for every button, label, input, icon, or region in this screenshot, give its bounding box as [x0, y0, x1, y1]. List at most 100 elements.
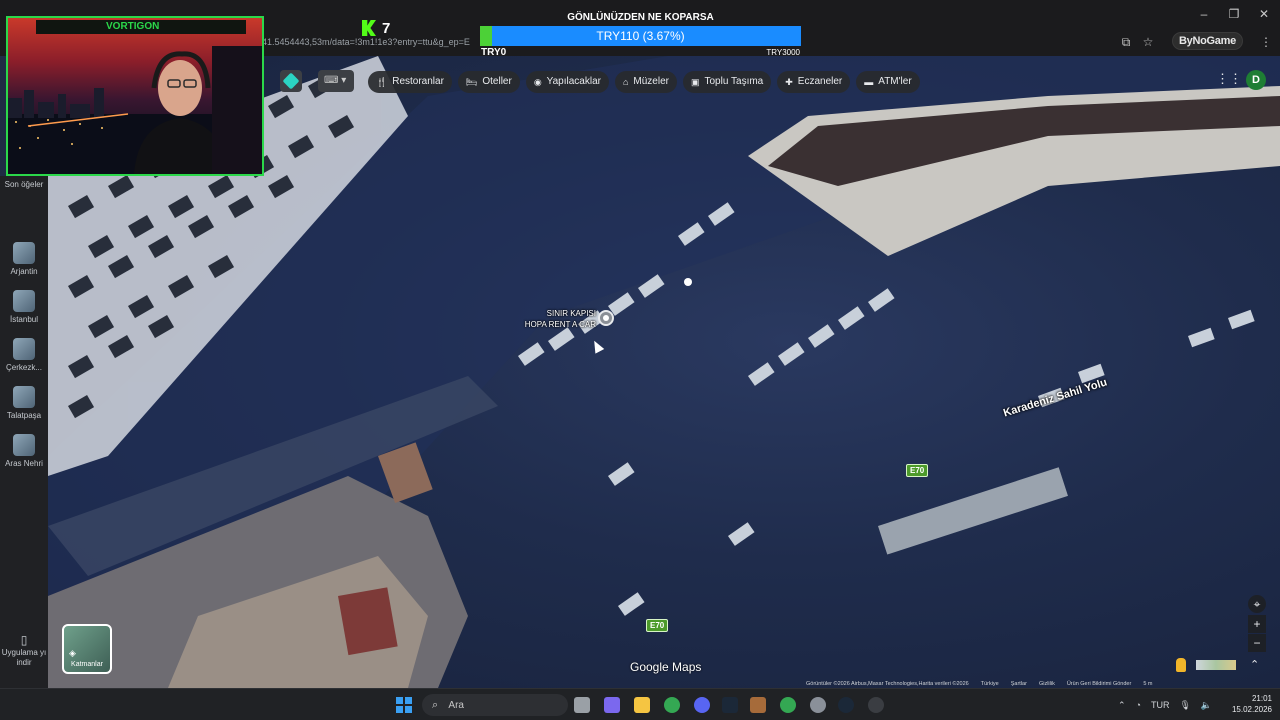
network-icon[interactable]: ◔ — [1136, 700, 1141, 710]
museum-icon: ⌂ — [622, 77, 629, 87]
directions-icon — [282, 72, 300, 90]
layers-icon: ◈ — [69, 648, 76, 658]
category-chip[interactable]: 🛏 Oteller — [457, 71, 520, 93]
rail-item-place[interactable]: Arjantin — [0, 242, 48, 277]
chrome-profile-icon[interactable] — [780, 697, 796, 713]
input-tools-button[interactable]: ⌨ ▾ — [318, 70, 354, 92]
category-chip[interactable]: ▬ ATM'ler — [856, 71, 920, 93]
rail-item-label: Arjantin — [10, 267, 38, 276]
account-avatar[interactable]: D — [1246, 70, 1266, 90]
country-link[interactable]: Türkiye — [981, 680, 999, 688]
place-thumbnail — [13, 434, 35, 456]
category-chips: 🍴 Restoranlar 🛏 Oteller ◉ Yapılacaklar ⌂ Müzele… — [368, 71, 920, 93]
rail-item-recent[interactable]: Son öğeler — [0, 172, 48, 190]
profile-badge[interactable]: ByNoGame — [1172, 32, 1243, 50]
task-view-icon[interactable] — [574, 697, 590, 713]
rail-item-place[interactable]: Çerkezk... — [0, 338, 48, 373]
category-chip[interactable]: ✚ Eczaneler — [777, 71, 851, 93]
poi-label[interactable]: SINIR KAPISI HOPA RENT A CAR — [506, 308, 596, 330]
app-icon[interactable] — [750, 697, 766, 713]
history-icon — [0, 172, 48, 180]
route-shield: E70 — [646, 619, 669, 632]
rail-item-place[interactable]: Aras Nehri — [0, 434, 48, 469]
terms-link[interactable]: Şartlar — [1011, 680, 1027, 688]
donation-min-label: TRY0 — [481, 47, 507, 58]
category-chip-label: Yapılacaklar — [546, 76, 601, 87]
language-indicator[interactable]: TUR — [1151, 700, 1170, 710]
category-chip[interactable]: ⌂ Müzeler — [614, 71, 677, 93]
scale-label[interactable]: 5 m — [1143, 680, 1152, 688]
rail-item-label: Çerkezk... — [5, 363, 42, 372]
search-icon: ⌕ — [432, 699, 439, 711]
map-type-thumbnails[interactable] — [1196, 660, 1236, 670]
category-chip-label: Müzeler — [633, 76, 669, 87]
profile-label: ByNoGame — [1179, 35, 1236, 47]
google-apps-icon[interactable]: ⋮⋮ — [1216, 72, 1242, 86]
cam-title-bar: VORTIGON — [36, 20, 246, 34]
webcam-overlay: VORTIGON — [6, 16, 264, 176]
privacy-link[interactable]: Gizlilik — [1039, 680, 1055, 688]
clock-date: 15.02.2026 — [1231, 705, 1272, 714]
screen: 41.5454443,53m/data=!3m1!1e3?entry=ttu&g… — [0, 0, 1280, 720]
rail-item-place[interactable]: İstanbul — [0, 290, 48, 325]
feedback-link[interactable]: Ürün Geri Bildirimi Gönder — [1067, 680, 1132, 688]
google-maps-logo: Google Maps — [630, 660, 702, 674]
poi-pin-icon[interactable] — [598, 310, 614, 326]
fork-knife-icon: 🍴 — [376, 77, 388, 87]
imagery-credit: Görüntüler ©2026 Airbus,Maxar Technologi… — [806, 681, 969, 687]
zoom-in-button[interactable]: + — [1248, 615, 1266, 633]
taskbar: ⌕ Ara ⌃ ◔ TUR 🎙 🔈 21:01 15.02.2026 — [0, 688, 1280, 720]
attribution-bar: Görüntüler ©2026 Airbus,Maxar Technologi… — [806, 680, 1280, 688]
maximize-icon[interactable]: ❐ — [1226, 6, 1242, 22]
place-thumbnail — [13, 242, 35, 264]
close-icon[interactable]: ✕ — [1256, 6, 1272, 22]
donation-progress-bar: TRY110 (3.67%) — [480, 26, 801, 46]
pharmacy-icon: ✚ — [785, 77, 793, 87]
steam-icon[interactable] — [722, 697, 738, 713]
bookmark-star-icon[interactable]: ☆ — [1140, 34, 1156, 50]
settings-gear-icon[interactable] — [810, 697, 826, 713]
more-menu-icon[interactable]: ⋮ — [1258, 34, 1274, 50]
directions-button[interactable] — [280, 70, 302, 92]
download-app-link[interactable]: ▯ Uygulama yı indir — [0, 632, 48, 668]
rail-item-label: Aras Nehri — [5, 459, 43, 468]
transit-icon: ▣ — [690, 77, 700, 87]
discord-icon[interactable] — [694, 697, 710, 713]
obs-icon[interactable] — [868, 697, 884, 713]
viewer-count: 7 — [382, 19, 391, 37]
rail-item-place[interactable]: Talatpaşa — [0, 386, 48, 421]
category-chip-label: Toplu Taşıma — [704, 76, 764, 87]
category-chip[interactable]: ▣ Toplu Taşıma — [682, 71, 772, 93]
teams-icon[interactable] — [604, 697, 620, 713]
system-tray: ⌃ ◔ TUR 🎙 🔈 — [1118, 689, 1212, 720]
category-chip-label: ATM'ler — [878, 76, 912, 87]
windows-start-icon[interactable] — [396, 697, 412, 713]
chevron-up-icon[interactable]: ⌃ — [1118, 700, 1126, 711]
category-chip[interactable]: 🍴 Restoranlar — [368, 71, 452, 93]
street-view-pegman-icon[interactable] — [1176, 658, 1186, 672]
zoom-out-button[interactable]: − — [1248, 634, 1266, 652]
category-chip[interactable]: ◉ Yapılacaklar — [525, 71, 609, 93]
category-chip-label: Eczaneler — [797, 76, 843, 87]
clock-time: 21:01 — [1251, 694, 1272, 703]
recents-rail: Son öğeler Arjantin İstanbul Çerkezk... … — [0, 176, 48, 688]
chrome-icon[interactable] — [664, 697, 680, 713]
install-app-icon[interactable]: ⧉ — [1118, 34, 1134, 50]
webcam-feed — [8, 46, 262, 174]
expand-up-icon[interactable]: ⌃ — [1250, 658, 1259, 671]
minimize-icon[interactable]: – — [1196, 6, 1212, 22]
my-location-icon[interactable]: ⌖ — [1248, 595, 1266, 613]
layers-button[interactable]: ◈ Katmanlar — [62, 624, 112, 674]
donation-title: GÖNLÜNÜZDEN NE KOPARSA — [567, 12, 714, 23]
taskbar-clock[interactable]: 21:01 15.02.2026 — [1226, 693, 1272, 715]
taskbar-search[interactable]: ⌕ Ara — [422, 694, 568, 716]
rail-item-label: Talatpaşa — [6, 411, 42, 420]
category-chip-label: Restoranlar — [392, 76, 444, 87]
viewer-badge: 7 — [362, 18, 390, 38]
place-thumbnail — [13, 290, 35, 312]
microphone-icon[interactable]: 🎙 — [1179, 700, 1190, 711]
steam-icon[interactable] — [838, 697, 854, 713]
file-explorer-icon[interactable] — [634, 697, 650, 713]
layers-label: Katmanlar — [71, 661, 103, 668]
volume-icon[interactable]: 🔈 — [1201, 700, 1212, 711]
